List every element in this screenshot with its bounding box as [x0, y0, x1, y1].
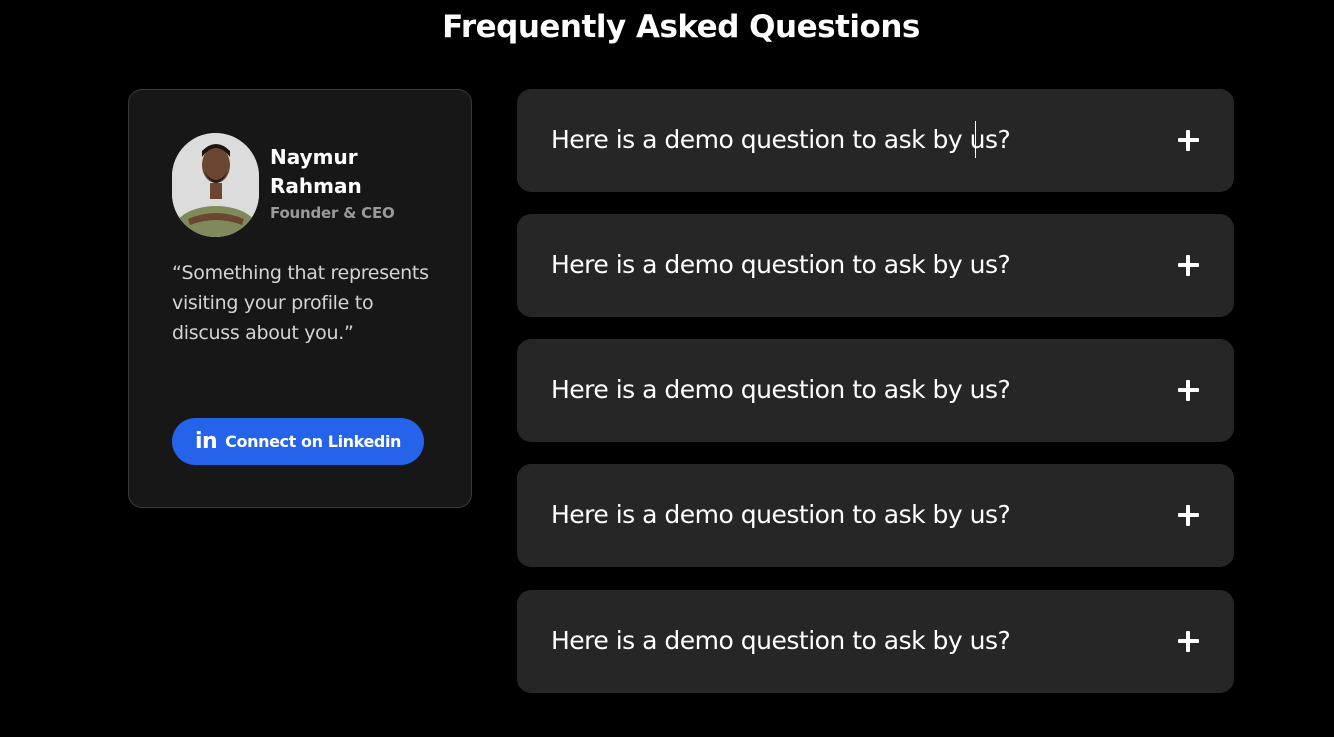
founder-quote: “Something that represents visiting your…: [172, 262, 429, 344]
faq-item[interactable]: Here is a demo question to ask by us?: [517, 89, 1234, 192]
plus-icon[interactable]: [1178, 631, 1199, 652]
plus-icon[interactable]: [1178, 255, 1199, 276]
avatar: [172, 133, 259, 237]
faq-question: Here is a demo question to ask by us?: [551, 375, 1011, 404]
connect-linkedin-button[interactable]: in Connect on Linkedin: [172, 418, 424, 465]
founder-name: Naymur Rahman: [270, 145, 362, 198]
plus-icon[interactable]: [1178, 505, 1199, 526]
faq-question: Here is a demo question to ask by us?: [551, 626, 1011, 655]
faq-question: Here is a demo question to ask by us?: [551, 250, 1011, 279]
text-cursor: [975, 121, 976, 158]
faq-question: Here is a demo question to ask by us?: [551, 500, 1011, 529]
founder-photo: [172, 133, 259, 237]
founder-profile-card: Naymur Rahman Founder & CEO “Something t…: [128, 89, 472, 508]
founder-role: Founder & CEO: [270, 204, 395, 222]
page-title: Frequently Asked Questions: [442, 9, 920, 45]
faq-item[interactable]: Here is a demo question to ask by us?: [517, 339, 1234, 442]
faq-question: Here is a demo question to ask by us?: [551, 125, 1011, 154]
faq-item[interactable]: Here is a demo question to ask by us?: [517, 214, 1234, 317]
plus-icon[interactable]: [1178, 380, 1199, 401]
linkedin-icon: in: [194, 428, 218, 454]
plus-icon[interactable]: [1178, 130, 1199, 151]
connect-linkedin-label: Connect on Linkedin: [225, 432, 402, 451]
faq-item[interactable]: Here is a demo question to ask by us?: [517, 590, 1234, 693]
faq-item[interactable]: Here is a demo question to ask by us?: [517, 464, 1234, 567]
